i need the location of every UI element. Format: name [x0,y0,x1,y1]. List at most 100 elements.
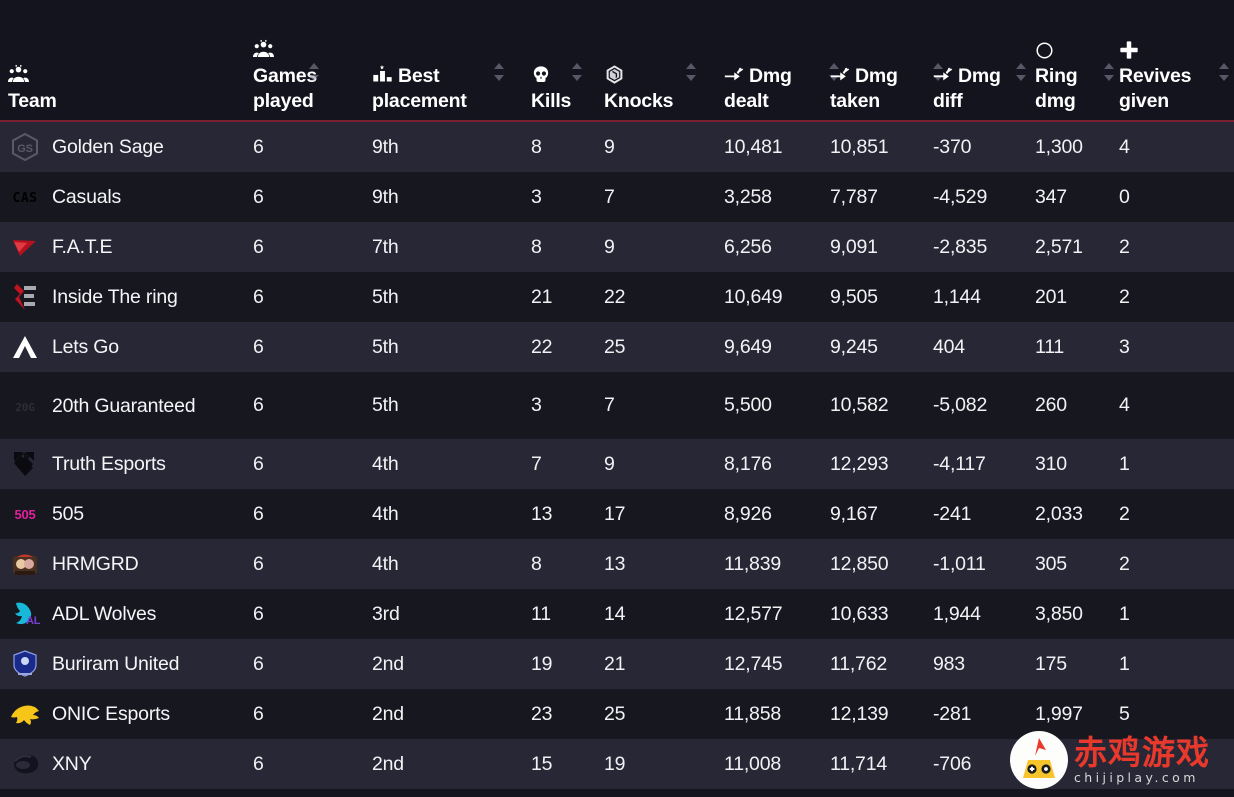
cell-dmg_taken: 9,091 [830,235,878,258]
column-header-knocks[interactable]: Knocks [604,64,673,114]
sort-toggle-kills[interactable] [572,62,582,88]
table-row[interactable]: CAS Casuals 6 9th 3 7 3,258 7,787 -4,529 347 0 [0,172,1234,222]
column-header-placement[interactable]: Best placement [372,64,467,114]
column-header-dmg_taken[interactable]: Dmg taken [830,64,898,114]
cell-placement: 5th [372,285,399,308]
cell-placement: 5th [372,335,399,358]
table-row[interactable]: XNY 6 2nd 15 19 11,008 11,714 -706 [0,739,1234,789]
team-name: 20th Guaranteed [52,394,196,417]
column-header-kills[interactable]: Kills [531,64,571,114]
cell-dmg_dealt: 12,577 [724,602,783,625]
cell-knocks: 19 [604,752,626,775]
team-name: XNY [52,753,92,775]
cell-dmg_taken: 11,714 [830,752,887,775]
table-row[interactable]: 505 505 6 4th 13 17 8,926 9,167 -241 2,033 2 [0,489,1234,539]
column-header-label: Ring dmg [1035,65,1078,112]
team-name: Casuals [52,186,122,208]
column-header-dmg_dealt[interactable]: Dmg dealt [724,64,792,114]
cell-dmg_diff: 1,144 [933,285,981,308]
table-row[interactable]: GS Golden Sage 6 9th 8 9 10,481 10,851 -370 1,300… [0,122,1234,172]
sort-toggle-placement[interactable] [494,62,504,88]
cell-dmg_diff: -2,835 [933,235,988,258]
damage-arrow-icon [830,65,855,87]
cell-dmg_taken: 12,139 [830,702,889,725]
cell-ring_dmg: 2,571 [1035,235,1083,258]
table-row[interactable]: AL ADL Wolves 6 3rd 11 14 12,577 10,633 1,944 3,8… [0,589,1234,639]
cell-ring_dmg: 260 [1035,394,1067,416]
cell-dmg_dealt: 8,176 [724,452,772,475]
cell-knocks: 25 [604,702,626,725]
sort-toggle-ring_dmg[interactable] [1104,62,1114,88]
cell-revives: 4 [1119,135,1130,158]
cell-knocks: 7 [604,394,615,416]
table-row[interactable]: Inside The ring 6 5th 21 22 10,649 9,505 1,144 2… [0,272,1234,322]
column-header-label: Team [8,90,57,112]
cell-knocks: 7 [604,185,615,208]
cell-dmg_diff: -241 [933,502,972,525]
cell-knocks: 22 [604,285,626,308]
cell-placement: 4th [372,552,399,575]
cell-placement: 4th [372,452,399,475]
svg-text:505: 505 [14,507,35,522]
cell-dmg_dealt: 3,258 [724,185,772,208]
cell-ring_dmg: 1,300 [1035,135,1083,158]
table-row[interactable]: 20G 20th Guaranteed 6 5th 3 7 5,500 10,582 -5,08… [0,372,1234,439]
cell-kills: 15 [531,752,553,775]
column-header-dmg_diff[interactable]: Dmg diff [933,64,1001,114]
sort-toggle-revives[interactable] [1219,62,1229,88]
team-cell: 20G 20th Guaranteed [8,372,244,439]
svg-text:CAS: CAS [13,191,38,206]
cell-dmg_dealt: 8,926 [724,502,772,525]
cell-dmg_diff: -4,117 [933,452,986,475]
cell-revives: 3 [1119,335,1130,358]
cell-ring_dmg [1035,739,1113,789]
team-logo-icon [8,647,42,681]
team-group-icon [8,64,34,87]
cell-revives: 1 [1119,652,1130,675]
team-cell: ONIC Esports [8,689,244,739]
table-row[interactable]: ONIC Esports 6 2nd 23 25 11,858 12,139 -281 1,99… [0,689,1234,739]
column-header-ring_dmg[interactable]: Ring dmg [1035,39,1078,114]
cell-dmg_taken: 9,167 [830,502,878,525]
cell-dmg_dealt: 10,649 [724,285,783,308]
table-row[interactable]: Buriram United 6 2nd 19 21 12,745 11,762 983 175… [0,639,1234,689]
team-cell: CAS Casuals [8,172,244,222]
cell-dmg_diff: 1,944 [933,602,981,625]
table-row[interactable]: Truth Esports 6 4th 7 9 8,176 12,293 -4,117 310 1 [0,439,1234,489]
cell-dmg_taken: 12,850 [830,552,889,575]
podium-icon [372,64,398,87]
cell-knocks: 9 [604,135,615,158]
table-row[interactable]: HRMGRD 6 4th 8 13 11,839 12,850 -1,011 305 2 [0,539,1234,589]
cell-dmg_diff: -1,011 [933,552,986,575]
cell-dmg_diff: -370 [933,135,972,158]
team-name: 505 [52,503,84,525]
cell-dmg_taken: 9,245 [830,335,878,358]
sort-toggle-knocks[interactable] [686,62,696,88]
cell-kills: 11 [531,602,551,625]
cell-placement: 9th [372,135,399,158]
team-logo-icon [8,230,42,264]
column-header-games[interactable]: Games played [253,39,317,114]
cell-dmg_diff: -5,082 [933,394,988,416]
team-cell: XNY [8,739,244,789]
cell-dmg_dealt: 11,839 [724,552,781,575]
team-logo-icon [8,447,42,481]
table-header: Team Games played Best placement Kills Knocks D… [0,0,1234,122]
cell-kills: 3 [531,394,542,416]
table-row[interactable]: F.A.T.E 6 7th 8 9 6,256 9,091 -2,835 2,571 2 [0,222,1234,272]
cell-kills: 23 [531,702,553,725]
cell-dmg_diff: 404 [933,335,965,358]
cell-dmg_dealt: 6,256 [724,235,772,258]
cell-dmg_taken: 11,762 [830,652,887,675]
cell-placement: 2nd [372,652,404,675]
team-cell: Lets Go [8,322,244,372]
column-header-revives[interactable]: Revives given [1119,39,1192,114]
sort-toggle-dmg_diff[interactable] [1016,62,1026,88]
table-row[interactable]: Lets Go 6 5th 22 25 9,649 9,245 404 111 3 [0,322,1234,372]
cell-placement: 4th [372,502,399,525]
sort-toggle-games[interactable] [309,62,319,88]
cell-knocks: 9 [604,235,615,258]
column-header-label: Kills [531,90,572,112]
cell-games: 6 [253,702,264,725]
damage-arrow-icon [724,65,749,87]
